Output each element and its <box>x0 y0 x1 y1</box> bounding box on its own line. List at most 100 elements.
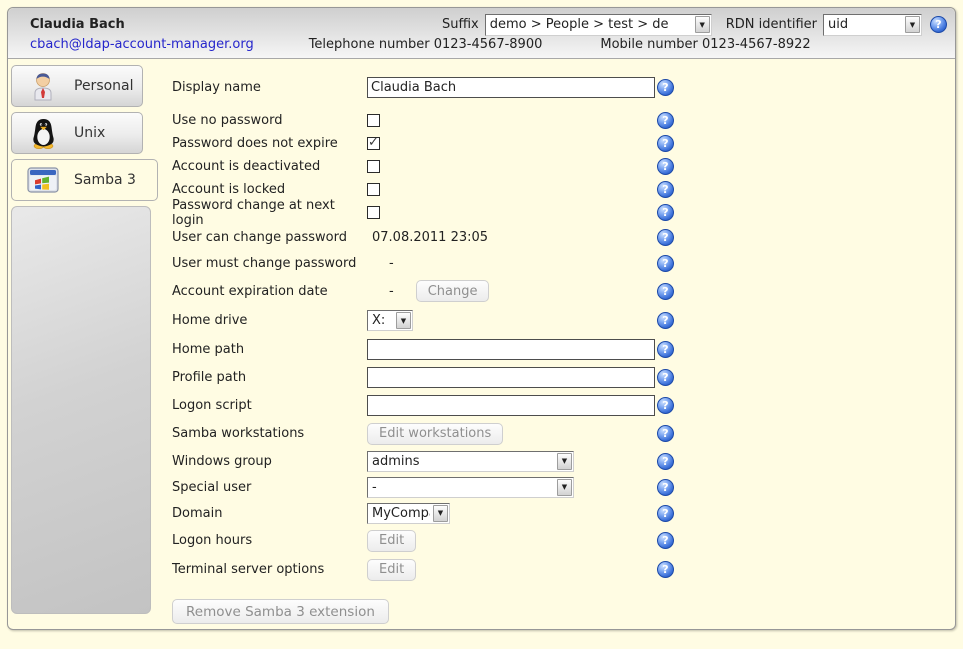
password-change-date: 07.08.2011 23:05 <box>367 230 488 245</box>
rdn-identifier-label: RDN identifier <box>726 17 817 32</box>
form-row-profile-path: Profile path ? <box>172 363 955 391</box>
help-icon[interactable]: ? <box>657 181 674 198</box>
tab-label: Samba 3 <box>74 172 136 188</box>
form-row-account-expiration: Account expiration date - Change ? <box>172 276 955 306</box>
tux-icon <box>26 116 60 150</box>
password-change-next-login-checkbox[interactable] <box>367 206 380 219</box>
chevron-down-icon: ▼ <box>695 16 710 33</box>
edit-terminal-server-button[interactable]: Edit <box>367 559 416 581</box>
windows-icon <box>26 163 60 197</box>
use-no-password-checkbox[interactable] <box>367 114 380 127</box>
form-row-user-can-change-password: User can change password 07.08.2011 23:0… <box>172 224 955 250</box>
chevron-down-icon: ▼ <box>396 312 411 329</box>
tab-label: Personal <box>74 78 134 94</box>
email-link[interactable]: cbach@ldap-account-manager.org <box>30 37 254 52</box>
domain-select[interactable]: MyCompany ▼ <box>367 503 450 524</box>
help-icon[interactable]: ? <box>657 453 674 470</box>
form-row-logon-hours: Logon hours Edit ? <box>172 526 955 555</box>
help-icon[interactable]: ? <box>657 479 674 496</box>
field-label: User must change password <box>172 256 367 271</box>
chevron-down-icon: ▼ <box>905 16 920 33</box>
expiration-date: - <box>367 284 394 299</box>
chevron-down-icon: ▼ <box>557 479 572 496</box>
profile-path-input[interactable] <box>367 367 655 388</box>
account-header: Claudia Bach Suffix demo > People > test… <box>8 8 955 59</box>
help-icon[interactable]: ? <box>657 283 674 300</box>
form-row-password-does-not-expire: Password does not expire ? <box>172 132 955 155</box>
suffix-label: Suffix <box>442 17 479 32</box>
form-row-display-name: Display name ? <box>172 75 955 99</box>
remove-samba3-extension-button[interactable]: Remove Samba 3 extension <box>172 599 389 624</box>
windows-group-select[interactable]: admins ▼ <box>367 451 574 472</box>
chevron-down-icon: ▼ <box>433 505 448 522</box>
tab-personal[interactable]: Personal <box>11 65 143 107</box>
help-icon[interactable]: ? <box>657 561 674 578</box>
form-row-user-must-change-password: User must change password - ? <box>172 250 955 276</box>
home-path-input[interactable] <box>367 339 655 360</box>
help-icon[interactable]: ? <box>657 255 674 272</box>
help-icon[interactable]: ? <box>657 505 674 522</box>
account-name: Claudia Bach <box>30 17 125 32</box>
chevron-down-icon: ▼ <box>557 453 572 470</box>
form-row-home-drive: Home drive X: ▼ ? <box>172 306 955 335</box>
tab-unix[interactable]: Unix <box>11 112 143 154</box>
change-expiration-button[interactable]: Change <box>416 280 490 302</box>
special-user-select[interactable]: - ▼ <box>367 477 574 498</box>
field-label: Password change at next login <box>172 198 367 228</box>
help-icon[interactable]: ? <box>657 397 674 414</box>
help-icon[interactable]: ? <box>657 312 674 329</box>
form-row-password-change-next-login: Password change at next login ? <box>172 201 955 224</box>
password-does-not-expire-checkbox[interactable] <box>367 137 380 150</box>
help-icon[interactable]: ? <box>657 425 674 442</box>
help-icon[interactable]: ? <box>657 229 674 246</box>
help-icon[interactable]: ? <box>930 16 947 33</box>
help-icon[interactable]: ? <box>657 532 674 549</box>
display-name-input[interactable] <box>367 77 655 98</box>
help-icon[interactable]: ? <box>657 204 674 221</box>
account-locked-checkbox[interactable] <box>367 183 380 196</box>
form-row-terminal-server: Terminal server options Edit ? <box>172 555 955 584</box>
field-label: User can change password <box>172 230 367 245</box>
field-label: Password does not expire <box>172 136 367 151</box>
field-label: Logon script <box>172 398 367 413</box>
field-label: Display name <box>172 80 367 95</box>
home-drive-select[interactable]: X: ▼ <box>367 310 413 331</box>
form-row-windows-group: Windows group admins ▼ ? <box>172 448 955 474</box>
help-icon[interactable]: ? <box>657 341 674 358</box>
help-icon[interactable]: ? <box>657 79 674 96</box>
field-label: Home path <box>172 342 367 357</box>
help-icon[interactable]: ? <box>657 158 674 175</box>
edit-workstations-button[interactable]: Edit workstations <box>367 423 503 445</box>
field-label: Home drive <box>172 313 367 328</box>
edit-logon-hours-button[interactable]: Edit <box>367 530 416 552</box>
rdn-select-value: uid <box>828 17 902 32</box>
suffix-select-value: demo > People > test > de <box>490 17 692 32</box>
field-label: Domain <box>172 506 367 521</box>
field-label: Logon hours <box>172 533 367 548</box>
tab-samba3[interactable]: Samba 3 <box>11 159 158 201</box>
field-label: Account is locked <box>172 182 367 197</box>
logon-script-input[interactable] <box>367 395 655 416</box>
help-icon[interactable]: ? <box>657 112 674 129</box>
form-row-remove-extension: Remove Samba 3 extension <box>172 599 955 624</box>
help-icon[interactable]: ? <box>657 369 674 386</box>
form-row-domain: Domain MyCompany ▼ ? <box>172 500 955 526</box>
account-deactivated-checkbox[interactable] <box>367 160 380 173</box>
form-row-use-no-password: Use no password ? <box>172 109 955 132</box>
field-label: Windows group <box>172 454 367 469</box>
samba3-form: Display name ? Use no password ? Passwor… <box>158 59 955 630</box>
telephone-number: Telephone number 0123-4567-8900 <box>309 37 543 52</box>
sidebar-panel <box>11 206 151 614</box>
form-row-samba-workstations: Samba workstations Edit workstations ? <box>172 419 955 448</box>
form-row-account-deactivated: Account is deactivated ? <box>172 155 955 178</box>
field-label: Profile path <box>172 370 367 385</box>
form-row-home-path: Home path ? <box>172 335 955 363</box>
field-label: Account is deactivated <box>172 159 367 174</box>
tab-label: Unix <box>74 125 105 141</box>
must-change-date: - <box>367 256 394 271</box>
help-icon[interactable]: ? <box>657 135 674 152</box>
field-label: Use no password <box>172 113 367 128</box>
rdn-identifier-select[interactable]: uid ▼ <box>823 14 922 36</box>
field-label: Special user <box>172 480 367 495</box>
suffix-select[interactable]: demo > People > test > de ▼ <box>485 14 712 36</box>
